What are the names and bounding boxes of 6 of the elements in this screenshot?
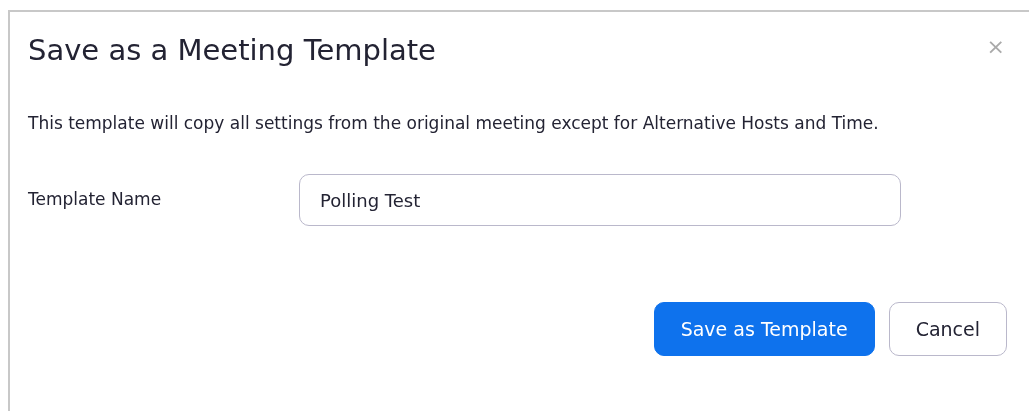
cancel-button[interactable]: Cancel — [888, 302, 1007, 356]
save-button[interactable]: Save as Template — [653, 302, 875, 356]
field-label: Template Name — [28, 188, 163, 212]
template-name-field[interactable]: Polling Test — [299, 174, 901, 226]
dialog-title: Save as a Meeting Template — [28, 32, 436, 69]
dialog-description: This template will copy all settings from the original meeting except for Alternative Hosts and Time. — [27, 112, 880, 135]
